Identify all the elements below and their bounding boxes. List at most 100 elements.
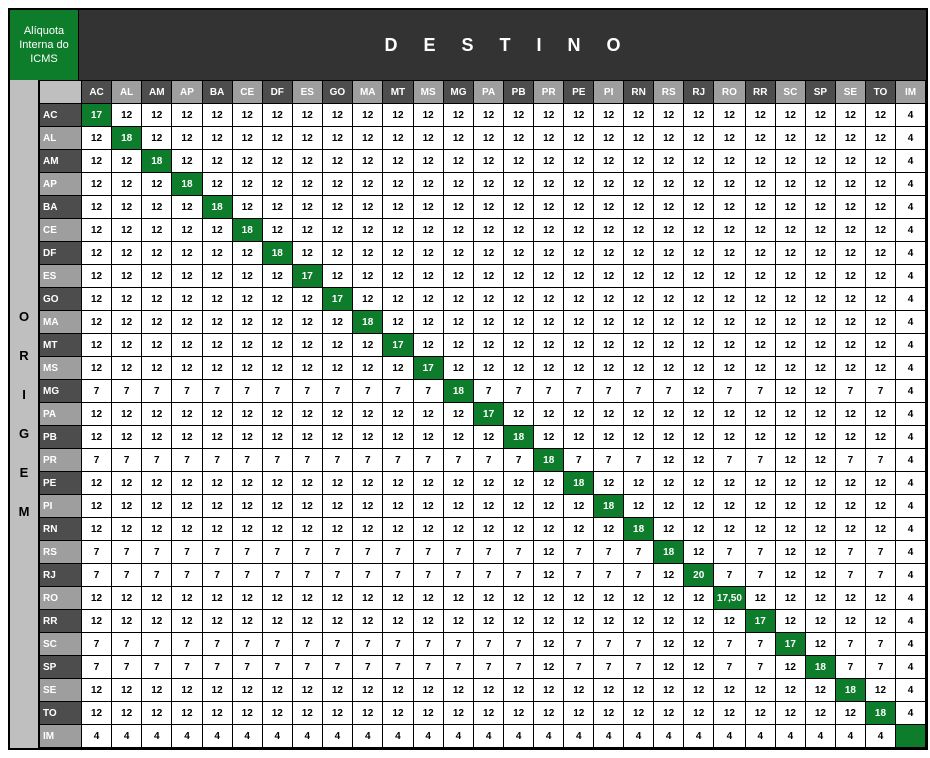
cell: 12 xyxy=(745,587,775,610)
cell: 12 xyxy=(865,426,895,449)
cell: 12 xyxy=(684,104,714,127)
cell: 7 xyxy=(112,564,142,587)
cell: 12 xyxy=(775,104,805,127)
cell: 12 xyxy=(292,288,322,311)
cell: 18 xyxy=(654,541,684,564)
cell: 12 xyxy=(564,702,594,725)
cell: 12 xyxy=(202,334,232,357)
cell: 12 xyxy=(564,127,594,150)
cell: 12 xyxy=(865,127,895,150)
col-header: RO xyxy=(714,81,745,104)
cell: 12 xyxy=(81,311,111,334)
cell: 12 xyxy=(654,472,684,495)
cell: 12 xyxy=(413,426,443,449)
table-wrapper: ACALAMAPBACEDFESGOMAMTMSMGPAPBPRPEPIRNRS… xyxy=(39,80,926,748)
cell: 12 xyxy=(474,518,504,541)
cell: 12 xyxy=(142,311,172,334)
cell: 12 xyxy=(232,403,262,426)
cell: 4 xyxy=(202,725,232,748)
cell: 7 xyxy=(292,380,322,403)
cell: 7 xyxy=(262,633,292,656)
cell: 12 xyxy=(81,265,111,288)
cell: 7 xyxy=(202,656,232,679)
cell: 4 xyxy=(896,495,926,518)
cell: 12 xyxy=(262,288,292,311)
cell: 12 xyxy=(714,426,745,449)
cell: 12 xyxy=(684,242,714,265)
corner-label: Alíquota Interna do ICMS xyxy=(10,10,79,80)
cell: 7 xyxy=(624,656,654,679)
cell: 12 xyxy=(805,219,835,242)
cell: 12 xyxy=(443,610,473,633)
cell: 7 xyxy=(504,541,534,564)
cell: 12 xyxy=(534,311,564,334)
cell: 7 xyxy=(262,380,292,403)
cell: 12 xyxy=(202,127,232,150)
cell: 12 xyxy=(865,472,895,495)
cell: 18 xyxy=(112,127,142,150)
cell: 12 xyxy=(684,219,714,242)
cell: 12 xyxy=(745,311,775,334)
cell: 7 xyxy=(262,541,292,564)
cell: 12 xyxy=(232,196,262,219)
cell: 12 xyxy=(504,173,534,196)
cell: 12 xyxy=(865,265,895,288)
cell: 12 xyxy=(805,610,835,633)
cell: 4 xyxy=(896,541,926,564)
cell: 12 xyxy=(142,495,172,518)
cell: 12 xyxy=(805,472,835,495)
cell: 12 xyxy=(564,150,594,173)
cell: 12 xyxy=(775,242,805,265)
cell: 12 xyxy=(714,334,745,357)
grid-row: ORIGEM ACALAMAPBACEDFESGOMAMTMSMGPAPBPRP… xyxy=(10,80,926,748)
blank-corner xyxy=(40,81,82,104)
cell: 12 xyxy=(775,150,805,173)
cell: 12 xyxy=(262,196,292,219)
cell: 12 xyxy=(474,334,504,357)
cell: 7 xyxy=(443,656,473,679)
cell: 12 xyxy=(594,265,624,288)
cell: 12 xyxy=(805,334,835,357)
cell: 12 xyxy=(805,495,835,518)
cell: 12 xyxy=(172,702,202,725)
cell: 12 xyxy=(322,518,352,541)
cell: 12 xyxy=(474,610,504,633)
cell: 12 xyxy=(172,311,202,334)
cell: 4 xyxy=(172,725,202,748)
cell: 4 xyxy=(292,725,322,748)
cell: 7 xyxy=(232,656,262,679)
cell: 12 xyxy=(383,104,413,127)
cell: 12 xyxy=(232,426,262,449)
cell: 12 xyxy=(684,127,714,150)
cell: 12 xyxy=(684,679,714,702)
cell: 12 xyxy=(684,426,714,449)
cell: 7 xyxy=(835,564,865,587)
cell: 4 xyxy=(896,449,926,472)
cell: 4 xyxy=(654,725,684,748)
cell: 12 xyxy=(775,679,805,702)
cell: 12 xyxy=(745,265,775,288)
cell: 12 xyxy=(805,173,835,196)
cell: 12 xyxy=(443,288,473,311)
cell: 12 xyxy=(775,357,805,380)
cell: 12 xyxy=(262,518,292,541)
cell: 12 xyxy=(292,679,322,702)
cell: 12 xyxy=(353,702,383,725)
cell: 12 xyxy=(805,127,835,150)
cell: 7 xyxy=(654,380,684,403)
cell: 12 xyxy=(865,173,895,196)
cell: 12 xyxy=(594,127,624,150)
cell: 12 xyxy=(684,334,714,357)
cell: 12 xyxy=(805,104,835,127)
row-header: GO xyxy=(40,288,82,311)
cell: 18 xyxy=(142,150,172,173)
cell: 17 xyxy=(413,357,443,380)
cell: 4 xyxy=(353,725,383,748)
cell: 12 xyxy=(322,104,352,127)
cell: 7 xyxy=(745,656,775,679)
cell: 7 xyxy=(474,564,504,587)
cell: 12 xyxy=(383,150,413,173)
cell: 12 xyxy=(504,495,534,518)
cell: 7 xyxy=(594,449,624,472)
cell: 12 xyxy=(564,242,594,265)
